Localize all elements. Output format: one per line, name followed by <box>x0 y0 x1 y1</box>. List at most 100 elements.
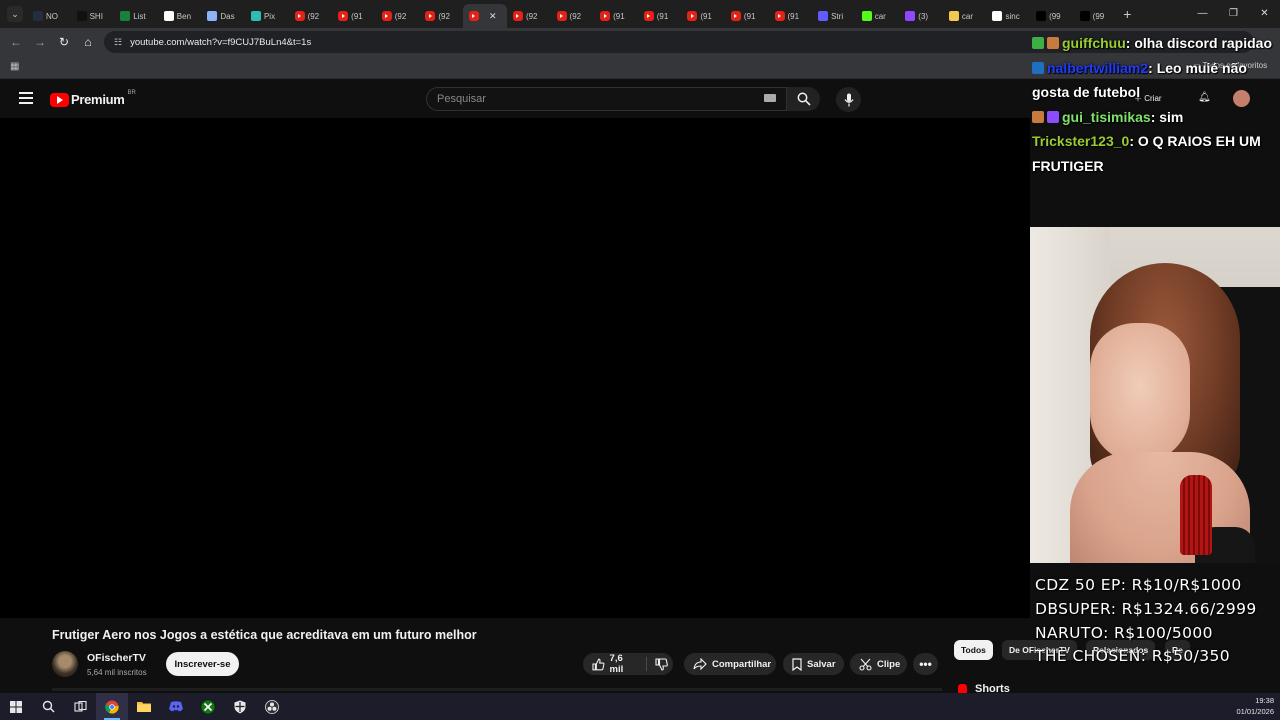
close-window-icon[interactable]: ✕ <box>1249 0 1280 28</box>
browser-tab[interactable]: (3) <box>899 4 943 28</box>
tab-title: car <box>874 11 886 21</box>
browser-tab[interactable]: car <box>856 4 900 28</box>
search-button[interactable] <box>787 87 820 111</box>
start-icon[interactable] <box>0 693 32 720</box>
like-button[interactable]: 7,6 mil <box>583 653 638 675</box>
tab-title: (91 <box>700 11 712 21</box>
new-tab-button[interactable]: + <box>1123 6 1131 22</box>
tab-search-icon[interactable]: ⌄ <box>7 6 23 22</box>
tab-title: (91 <box>743 11 756 21</box>
tiktok-icon <box>1079 11 1090 21</box>
browser-tab[interactable]: Ben <box>158 4 202 28</box>
tab-title: (92 <box>525 11 538 21</box>
xbox-icon[interactable] <box>192 693 224 720</box>
apps-grid-icon[interactable]: ▦ <box>10 61 19 72</box>
task-view-icon[interactable] <box>64 693 96 720</box>
browser-tab[interactable]: NO <box>27 4 71 28</box>
browser-tab[interactable]: (91 <box>725 4 769 28</box>
chat-username: nalbertwilliam2 <box>1047 59 1149 76</box>
clock-date: 01/01/2026 <box>1236 707 1274 716</box>
security-shield-icon[interactable] <box>224 693 256 720</box>
youtube-premium-logo[interactable]: Premium BR <box>50 90 136 107</box>
browser-tab[interactable]: sinc <box>986 4 1030 28</box>
save-button[interactable]: Salvar <box>783 653 844 675</box>
home-icon[interactable]: ⌂ <box>76 35 100 49</box>
youtube-icon <box>774 11 785 21</box>
close-tab-icon[interactable]: ✕ <box>489 11 497 22</box>
site-info-icon[interactable]: ☷ <box>114 37 122 48</box>
donation-goals-overlay: CDZ 50 EP: R$10/R$1000 DBSUPER: R$1324.6… <box>1035 574 1280 669</box>
search-taskbar-icon[interactable] <box>32 693 64 720</box>
keyboard-icon[interactable] <box>764 94 776 102</box>
screen: ⌄ NO SHI List Ben Das Pix (92 (91 (92 (92 ✕ (92 (92 (… <box>0 0 1280 720</box>
dislike-button[interactable] <box>647 657 673 671</box>
chat-username: gui_tisimikas <box>1062 108 1151 125</box>
brand-label: Premium <box>71 92 125 107</box>
tab-title: (91 <box>351 11 363 21</box>
clip-button[interactable]: Clipe <box>850 653 907 675</box>
stream-chat-overlay: guiffchuu: olha discord rapidao nalbertwi… <box>1032 31 1280 178</box>
minimize-icon[interactable]: — <box>1187 0 1218 28</box>
tab-title: List <box>133 11 146 21</box>
google-icon <box>992 11 1003 21</box>
tiktok-icon <box>1036 11 1047 21</box>
subscribe-button[interactable]: Inscrever-se <box>166 652 239 676</box>
clip-label: Clipe <box>877 658 901 670</box>
youtube-icon <box>381 11 392 21</box>
browser-tab[interactable]: (92 <box>551 4 595 28</box>
youtube-icon <box>468 11 479 21</box>
browser-tab[interactable]: (92 <box>289 4 333 28</box>
tab-title: (91 <box>613 11 625 21</box>
youtube-icon <box>294 11 305 21</box>
goal-line: CDZ 50 EP: R$10/R$1000 <box>1035 576 1242 594</box>
chrome-icon[interactable] <box>96 693 128 720</box>
obs-icon[interactable] <box>256 693 288 720</box>
browser-tab[interactable]: (92 <box>376 4 420 28</box>
webcam-overlay <box>1030 227 1280 563</box>
discord-icon[interactable] <box>160 693 192 720</box>
browser-tab[interactable]: (92 <box>507 4 551 28</box>
browser-tab[interactable]: (91 <box>769 4 813 28</box>
browser-tab[interactable]: (99 <box>1030 4 1074 28</box>
back-icon[interactable]: ← <box>4 35 28 49</box>
browser-tab[interactable]: List <box>114 4 158 28</box>
share-button[interactable]: Compartilhar <box>684 653 776 675</box>
chip-all[interactable]: Todos <box>954 640 993 660</box>
forward-icon[interactable]: → <box>28 35 52 49</box>
browser-tab[interactable]: (99 <box>1074 4 1118 28</box>
chat-message: gui_tisimikas: sim <box>1032 105 1280 130</box>
twitch-icon <box>905 11 916 21</box>
subscriber-count: 5,64 mil inscritos <box>87 668 147 677</box>
tab-title: (92 <box>307 11 320 21</box>
video-player[interactable] <box>0 118 1030 618</box>
share-label: Compartilhar <box>712 658 772 670</box>
browser-tab[interactable]: SHI <box>71 4 115 28</box>
browser-tab[interactable]: Pix <box>245 4 289 28</box>
browser-tab[interactable]: ✕ <box>462 4 507 28</box>
system-clock[interactable]: 19:38 01/01/2026 <box>1236 695 1274 717</box>
restore-icon[interactable]: ❐ <box>1218 0 1249 28</box>
channel-avatar[interactable] <box>52 651 78 677</box>
like-dislike-group: 7,6 mil <box>583 653 673 675</box>
guide-menu-icon[interactable] <box>19 92 33 104</box>
tab-title: sinc <box>1005 11 1020 21</box>
reload-icon[interactable]: ↻ <box>52 35 76 49</box>
tab-title: Ben <box>176 11 192 21</box>
browser-tab[interactable]: car <box>943 4 987 28</box>
voice-search-button[interactable] <box>836 87 861 112</box>
browser-tab[interactable]: Stri <box>812 4 856 28</box>
channel-name[interactable]: OFischerTV <box>87 652 146 664</box>
chat-username: Trickster123_0 <box>1032 133 1130 149</box>
file-explorer-icon[interactable] <box>128 693 160 720</box>
browser-tab[interactable]: (92 <box>419 4 463 28</box>
browser-tab[interactable]: Das <box>201 4 245 28</box>
tab-title: Das <box>220 11 235 21</box>
page-scrollbar[interactable] <box>52 688 942 691</box>
search-input[interactable]: Pesquisar <box>426 87 787 111</box>
browser-tab[interactable]: (91 <box>638 4 682 28</box>
tab-list: NO SHI List Ben Das Pix (92 (91 (92 (92 ✕ (92 (92 (91… <box>27 0 1117 28</box>
more-actions-icon[interactable]: ••• <box>913 653 938 675</box>
browser-tab[interactable]: (91 <box>681 4 725 28</box>
browser-tab[interactable]: (91 <box>594 4 638 28</box>
browser-tab[interactable]: (91 <box>332 4 376 28</box>
